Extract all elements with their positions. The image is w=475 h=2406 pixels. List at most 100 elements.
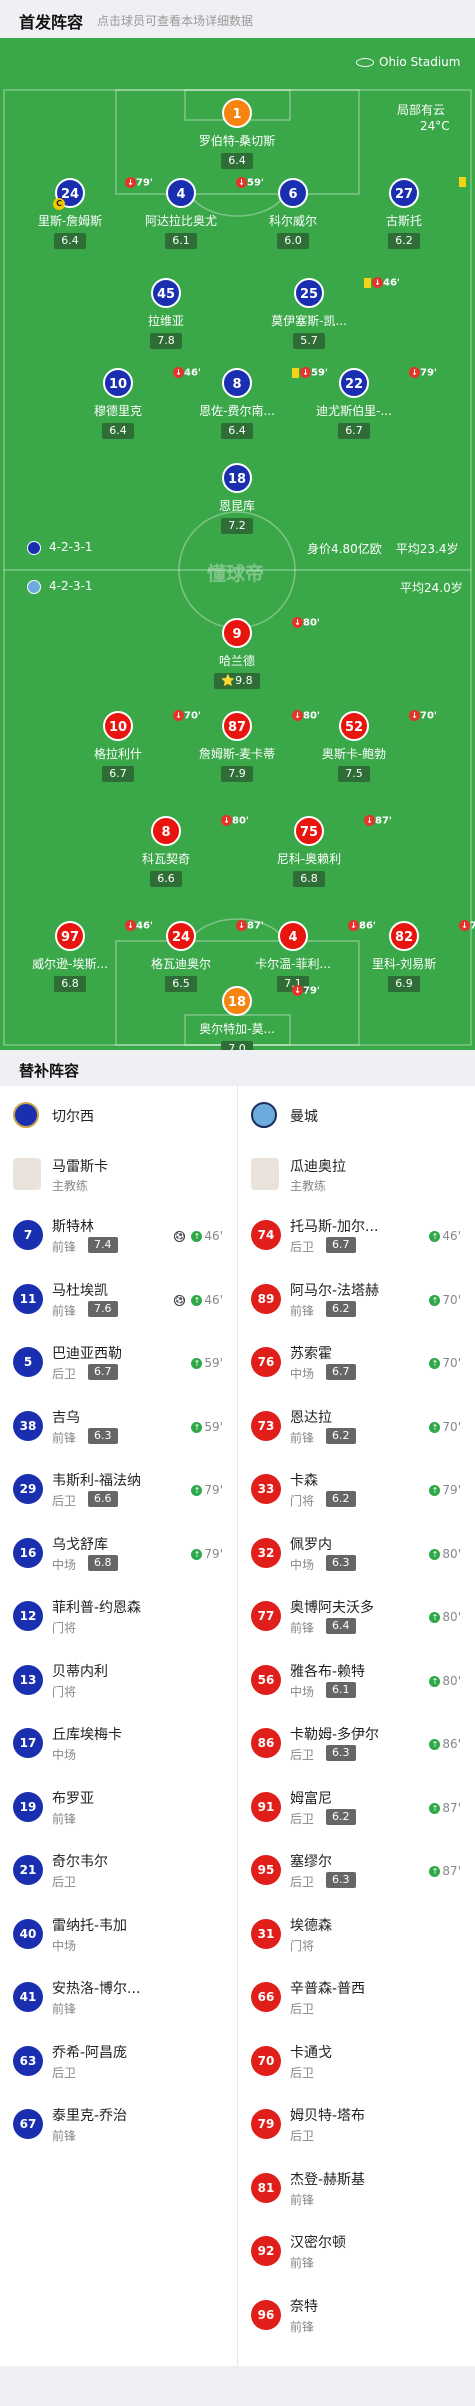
jersey-number: 96 <box>251 2299 281 2330</box>
away-player[interactable]: 75 ↓ 87' 尼科-奥赖利 6.8 <box>254 815 392 887</box>
sub-player-row[interactable]: 32 佩罗内 中场 6.3 ↑ 80' <box>238 1526 475 1590</box>
rating-value: 6.1 <box>172 234 190 247</box>
sub-player-row[interactable]: 96 奈特 前锋 <box>238 2288 475 2352</box>
sub-player-row[interactable]: 5 巴迪亚西勒 后卫 6.7 ↑ 59' <box>0 1335 237 1399</box>
sub-player-row[interactable]: 77 奥博阿夫沃多 前锋 6.4 ↑ 80' <box>238 1589 475 1653</box>
home-player[interactable]: 27 古斯托 6.2 <box>349 177 466 249</box>
away-coach[interactable]: 瓜迪奥拉 主教练 <box>238 1144 475 1208</box>
sub-time-text: 80' <box>442 1673 461 1688</box>
home-player[interactable]: 4 ↓ 59' 阿达拉比奥尤 6.1 <box>126 177 264 249</box>
sub-player-row[interactable]: 56 雅各布-赖特 中场 6.1 ↑ 80' <box>238 1653 475 1717</box>
away-player[interactable]: 24 ↓ 87' 格瓦迪奥尔 6.5 <box>126 920 264 992</box>
away-player[interactable]: 18 ↓ 79' 奥尔特加-莫... 7.0 <box>182 985 320 1050</box>
sub-time-text: 79' <box>204 1483 223 1497</box>
home-player[interactable]: 6 科尔威尔 6.0 <box>238 178 348 249</box>
sub-player-row[interactable]: 40 雷纳托-韦加 中场 <box>0 1907 237 1971</box>
number-text: 82 <box>394 930 414 945</box>
goal-ball-icon: ⚽ <box>174 1231 186 1242</box>
sub-player-row[interactable]: 16 乌戈舒库 中场 6.8 ↑ 79' <box>0 1526 237 1590</box>
sub-player-row[interactable]: 66 辛普森-普西 后卫 <box>238 1970 475 2034</box>
sub-player-row[interactable]: 91 姆富尼 后卫 6.2 ↑ 87' <box>238 1780 475 1844</box>
player-name: 泰里克-乔治 <box>52 2108 128 2124</box>
sub-player-row[interactable]: 38 吉乌 前锋 6.3 ↑ 59' <box>0 1399 237 1463</box>
sub-time: 79' <box>303 985 320 997</box>
away-player[interactable]: 10 ↓ 70' 格拉利什 6.7 <box>63 710 201 782</box>
sub-player-row[interactable]: 31 埃德森 门将 <box>238 1907 475 1971</box>
away-player[interactable]: 87 ↓ 80' 詹姆斯-麦卡蒂 7.9 <box>182 710 320 782</box>
rating-value: 6.8 <box>300 872 318 885</box>
away-player[interactable]: 97 ↓ 46' 威尔逊-埃斯... 6.8 <box>15 920 153 992</box>
chelsea-logo-icon <box>27 540 41 555</box>
sub-player-row[interactable]: 21 奇尔韦尔 后卫 <box>0 1843 237 1907</box>
jersey-number: 74 <box>251 1220 281 1250</box>
sub-player-row[interactable]: 73 恩达拉 前锋 6.2 ↑ 70' <box>238 1399 475 1463</box>
player-name: 奇尔韦尔 <box>52 1854 108 1870</box>
home-player[interactable]: 8 ↓ 59' 恩佐-费尔南... 6.4 <box>182 367 328 439</box>
player-position: 门将 <box>290 1938 315 1953</box>
player-position: 前锋 <box>290 1303 315 1318</box>
sub-player-row[interactable]: 67 泰里克-乔治 前锋 <box>0 2097 237 2161</box>
home-team-header[interactable]: 切尔西 <box>0 1086 237 1144</box>
player-position: 后卫 <box>290 2065 315 2080</box>
player-rating: 6.3 <box>326 1554 356 1571</box>
sub-player-row[interactable]: 92 汉密尔顿 前锋 <box>238 2224 475 2288</box>
sub-player-row[interactable]: 81 杰登-赫斯基 前锋 <box>238 2161 475 2225</box>
home-coach[interactable]: 马雷斯卡 主教练 <box>0 1144 237 1208</box>
away-player[interactable]: 9 ↓ 80' 哈兰德 ⭐9.8 <box>182 617 320 689</box>
home-player[interactable]: 24 ↓ 79' C 里斯-詹姆斯 6.4 <box>15 177 153 249</box>
sub-player-row[interactable]: 63 乔希-阿昌庞 后卫 <box>0 2034 237 2098</box>
home-player[interactable]: 25 ↓ 46' 莫伊塞斯-凯... 5.7 <box>254 277 400 349</box>
player-position: 门将 <box>52 1621 77 1635</box>
jersey-number: 7 <box>13 1220 43 1250</box>
away-player[interactable]: 52 ↓ 70' 奥斯卡-鲍勃 7.5 <box>299 710 437 782</box>
sub-player-row[interactable]: 12 菲利普-约恩森 门将 <box>0 1589 237 1653</box>
sub-player-row[interactable]: 76 苏索霍 中场 6.7 ↑ 70' <box>238 1335 475 1399</box>
sub-player-row[interactable]: 89 阿马尔-法塔赫 前锋 6.2 ↑ 70' <box>238 1272 475 1336</box>
jersey-number: 81 <box>251 2172 281 2203</box>
rating-value: 7.2 <box>228 519 246 532</box>
number-text: 6 <box>288 187 298 202</box>
sub-player-row[interactable]: 13 贝蒂内利 门将 <box>0 1653 237 1717</box>
player-name: 塞缪尔 <box>290 1854 332 1870</box>
number-text: 10 <box>108 720 128 735</box>
sub-player-row[interactable]: 70 卡通戈 后卫 <box>238 2034 475 2098</box>
home-player[interactable]: 45 拉维亚 7.8 <box>111 278 221 349</box>
jersey-number: 66 <box>251 1982 281 2012</box>
sub-player-row[interactable]: 29 韦斯利-福法纳 后卫 6.6 ↑ 79' <box>0 1462 237 1526</box>
home-player[interactable]: 10 ↓ 46' 穆德里克 6.4 <box>63 367 201 439</box>
sub-player-row[interactable]: 33 卡森 门将 6.2 ↑ 79' <box>238 1462 475 1526</box>
home-player[interactable]: 1 罗伯特-桑切斯 6.4 <box>182 98 292 169</box>
jersey-number: 52 ↓ 70' <box>339 710 437 741</box>
away-player[interactable]: 8 ↓ 80' 科瓦契奇 6.6 <box>111 815 249 887</box>
sub-player-row[interactable]: 11 马杜埃凯 前锋 7.6 ⚽ ↑ 46' <box>0 1272 237 1336</box>
sub-player-row[interactable]: 79 姆贝特-塔布 后卫 <box>238 2097 475 2161</box>
rating-value: 6.2 <box>395 234 413 247</box>
sub-player-row[interactable]: 41 安热洛-博尔... 前锋 <box>0 1970 237 2034</box>
player-position: 后卫 <box>52 1367 77 1381</box>
sub-time: 46' <box>383 277 400 289</box>
jersey-number: 79 <box>251 2109 281 2139</box>
player-name: 马杜埃凯 <box>52 1282 108 1299</box>
home-player[interactable]: 18 恩昆库 7.2 <box>182 463 292 534</box>
player-name: 吉乌 <box>52 1409 80 1426</box>
rating-value: 6.7 <box>345 424 363 437</box>
sub-time-text: 59' <box>204 1419 223 1434</box>
home-player[interactable]: 22 ↓ 79' 迪尤斯伯里-... 6.7 <box>299 367 437 439</box>
away-player[interactable]: 4 ↓ 86' 卡尔温-菲利... 7.1 <box>238 920 376 992</box>
sub-player-row[interactable]: 7 斯特林 前锋 7.4 ⚽ ↑ 46' <box>0 1208 237 1272</box>
player-rating: 6.2 <box>326 1300 356 1317</box>
sub-player-row[interactable]: 17 丘库埃梅卡 中场 <box>0 1716 237 1780</box>
player-rating: 6.7 <box>326 1364 356 1380</box>
player-position: 后卫 <box>290 1748 315 1762</box>
player-name: 恩达拉 <box>290 1409 332 1426</box>
sub-player-row[interactable]: 19 布罗亚 前锋 <box>0 1780 237 1844</box>
player-rating: 7.2 <box>221 518 253 534</box>
away-player[interactable]: 82 ↓70' 里科-刘易斯 6.9 <box>349 920 475 992</box>
away-team-header[interactable]: 曼城 <box>238 1086 475 1144</box>
player-name: 雅各布-赖特 <box>290 1663 366 1680</box>
sub-player-row[interactable]: 74 托马斯-加尔... 后卫 6.7 ↑ 46' <box>238 1208 475 1272</box>
sub-player-row[interactable]: 95 塞缪尔 后卫 6.3 ↑ 87' <box>238 1843 475 1907</box>
player-rating: 5.7 <box>293 333 325 349</box>
home-value: 身价4.80亿欧 平均23.4岁 <box>307 540 458 557</box>
sub-player-row[interactable]: 86 卡勒姆-多伊尔 后卫 6.3 ↑ 86' <box>238 1716 475 1780</box>
